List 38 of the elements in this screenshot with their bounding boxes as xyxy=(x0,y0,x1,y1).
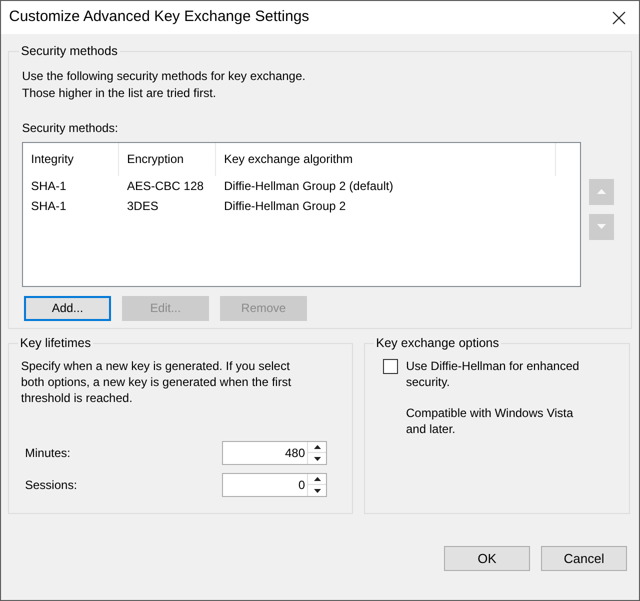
down-arrow-icon xyxy=(314,488,320,492)
description-line: Use the following security methods for key exchange. xyxy=(22,68,306,85)
list-row[interactable]: SHA-1 AES-CBC 128 Diffie-Hellman Group 2 (default) xyxy=(23,176,580,196)
list-label: Security methods: xyxy=(22,120,120,137)
description-line: Those higher in the list are tried first. xyxy=(22,84,218,102)
spin-value: 0 xyxy=(297,476,306,494)
dialog-button[interactable]: Cancel xyxy=(541,546,627,571)
dialog-button[interactable]: OK xyxy=(444,546,530,571)
group-title: Key lifetimes xyxy=(19,335,92,352)
up-arrow-icon xyxy=(314,445,320,449)
list-cell-text: Diffie-Hellman Group 2 (default) xyxy=(223,178,394,195)
list-cell-text: Diffie-Hellman Group 2 xyxy=(223,198,347,215)
up-arrow-icon xyxy=(314,477,320,481)
note-text: Compatible with Windows Vista and later. xyxy=(406,404,574,437)
spin-value: 480 xyxy=(284,444,306,462)
checkbox-label: Use Diffie-Hellman for enhanced security. xyxy=(406,358,580,390)
spin-box[interactable]: 0 xyxy=(222,472,327,497)
description-text: Specify when a new key is generated. If you select both options, a new key is generated when the first threshold is reached. xyxy=(21,358,292,406)
list-cell-text: 3DES xyxy=(126,198,160,215)
field-label: Sessions: xyxy=(25,476,78,494)
field-label: Minutes: xyxy=(25,444,70,462)
down-arrow-icon xyxy=(314,456,320,460)
up-arrow-icon xyxy=(597,189,606,194)
spin-box[interactable]: 480 xyxy=(222,440,327,465)
window-title: Customize Advanced Key Exchange Settings xyxy=(9,7,310,28)
list-row[interactable]: SHA-1 3DES Diffie-Hellman Group 2 xyxy=(23,196,580,216)
down-arrow-icon xyxy=(597,224,606,230)
column-header[interactable]: Encryption xyxy=(119,142,216,176)
column-header[interactable]: Key exchange algorithm xyxy=(216,142,556,176)
column-header[interactable]: Integrity xyxy=(23,142,119,176)
list-cell-text: AES-CBC 128 xyxy=(126,178,205,195)
list-cell-text: SHA-1 xyxy=(30,178,68,195)
action-button[interactable]: Add... xyxy=(24,296,111,321)
group-title: Security methods xyxy=(20,43,119,60)
checkbox[interactable] xyxy=(383,358,398,374)
list-cell-text: SHA-1 xyxy=(30,198,68,215)
close-icon xyxy=(612,10,626,24)
group-title: Key exchange options xyxy=(375,335,500,352)
